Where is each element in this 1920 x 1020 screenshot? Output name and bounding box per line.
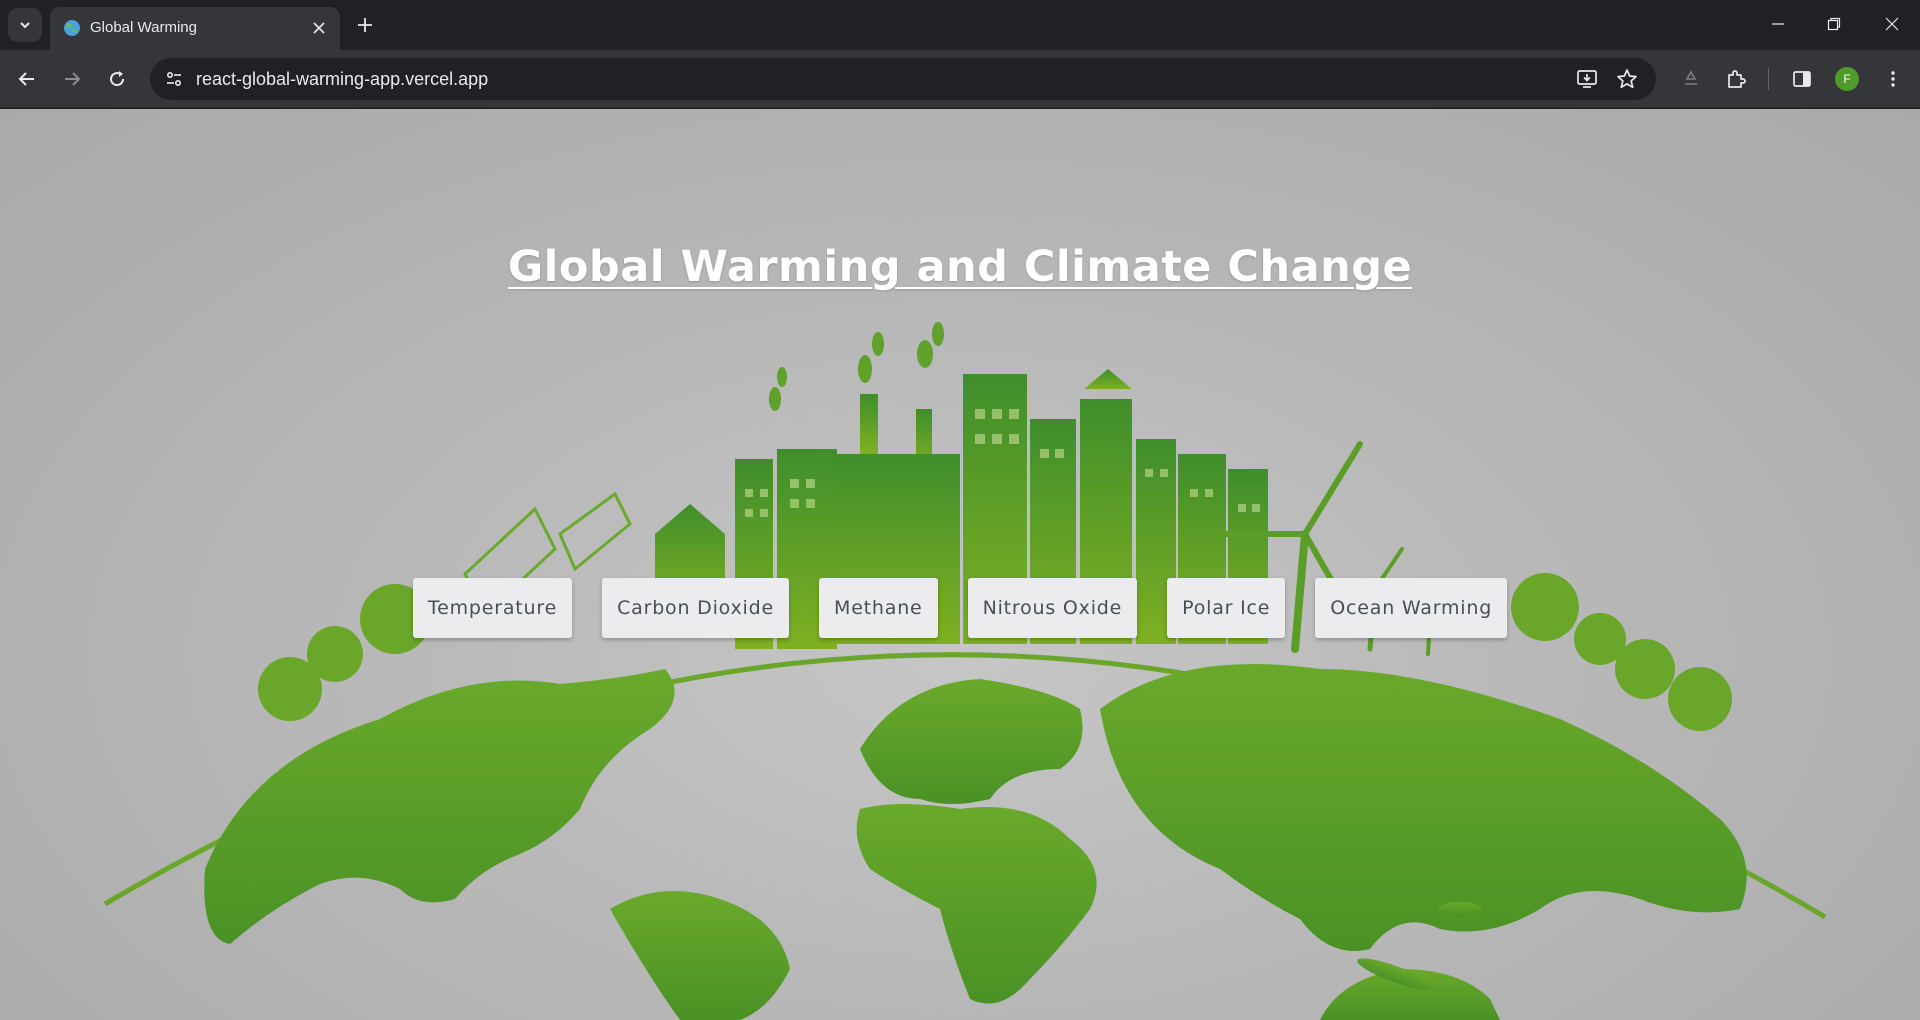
side-panel-button[interactable] [1784, 61, 1820, 97]
carbon-dioxide-button[interactable]: Carbon Dioxide [602, 578, 789, 638]
chevron-down-icon [20, 22, 30, 29]
recycle-icon [1685, 70, 1697, 85]
topic-button-row: Temperature Carbon Dioxide Methane Nitro… [0, 578, 1920, 638]
extensions-icon [1728, 70, 1746, 88]
web-page: Global Warming and Climate Change Temper… [0, 109, 1920, 1020]
new-tab-button[interactable] [352, 12, 378, 38]
nitrous-oxide-button[interactable]: Nitrous Oxide [967, 578, 1138, 638]
polar-ice-button[interactable]: Polar Ice [1167, 578, 1286, 638]
bookmark-button[interactable] [1614, 66, 1640, 92]
page-title: Global Warming and Climate Change [507, 242, 1413, 292]
methane-button[interactable]: Methane [819, 578, 938, 638]
window-close-button[interactable] [1864, 0, 1920, 48]
recycle-extension-button[interactable] [1673, 61, 1709, 97]
back-button[interactable] [9, 61, 45, 97]
site-info-icon [166, 71, 182, 87]
browser-toolbar: react-global-warming-app.vercel.app F [0, 50, 1920, 108]
side-panel-icon [1793, 71, 1811, 87]
restore-icon [1827, 17, 1841, 31]
restore-button[interactable] [1806, 0, 1862, 48]
ocean-warming-button[interactable]: Ocean Warming [1315, 578, 1508, 638]
install-icon [1577, 70, 1597, 88]
minimize-icon [1772, 23, 1784, 25]
site-info-button[interactable] [158, 63, 190, 95]
profile-avatar[interactable]: F [1835, 67, 1859, 91]
globe-favicon-icon [64, 20, 80, 36]
reload-icon [110, 71, 125, 87]
forward-button[interactable] [54, 61, 90, 97]
minimize-button[interactable] [1750, 0, 1806, 48]
back-icon [18, 72, 34, 86]
toolbar-divider [1768, 68, 1769, 90]
forward-icon [65, 72, 81, 86]
address-bar[interactable]: react-global-warming-app.vercel.app [150, 58, 1656, 100]
menu-icon [1891, 71, 1895, 87]
reload-button[interactable] [99, 61, 135, 97]
tab-global-warming[interactable]: Global Warming [50, 7, 340, 50]
browser-menu-button[interactable] [1875, 61, 1911, 97]
window-close-icon [1885, 17, 1899, 31]
star-icon [1617, 69, 1637, 89]
install-app-button[interactable] [1574, 66, 1600, 92]
extensions-button[interactable] [1718, 61, 1754, 97]
tab-title: Global Warming [90, 19, 197, 36]
close-tab-button[interactable] [308, 17, 330, 39]
url-text: react-global-warming-app.vercel.app [196, 69, 489, 89]
close-icon [313, 22, 325, 34]
temperature-button[interactable]: Temperature [412, 578, 573, 638]
tab-strip: Global Warming [0, 0, 1920, 50]
tab-search-button[interactable] [8, 8, 42, 42]
plus-icon [358, 18, 372, 32]
